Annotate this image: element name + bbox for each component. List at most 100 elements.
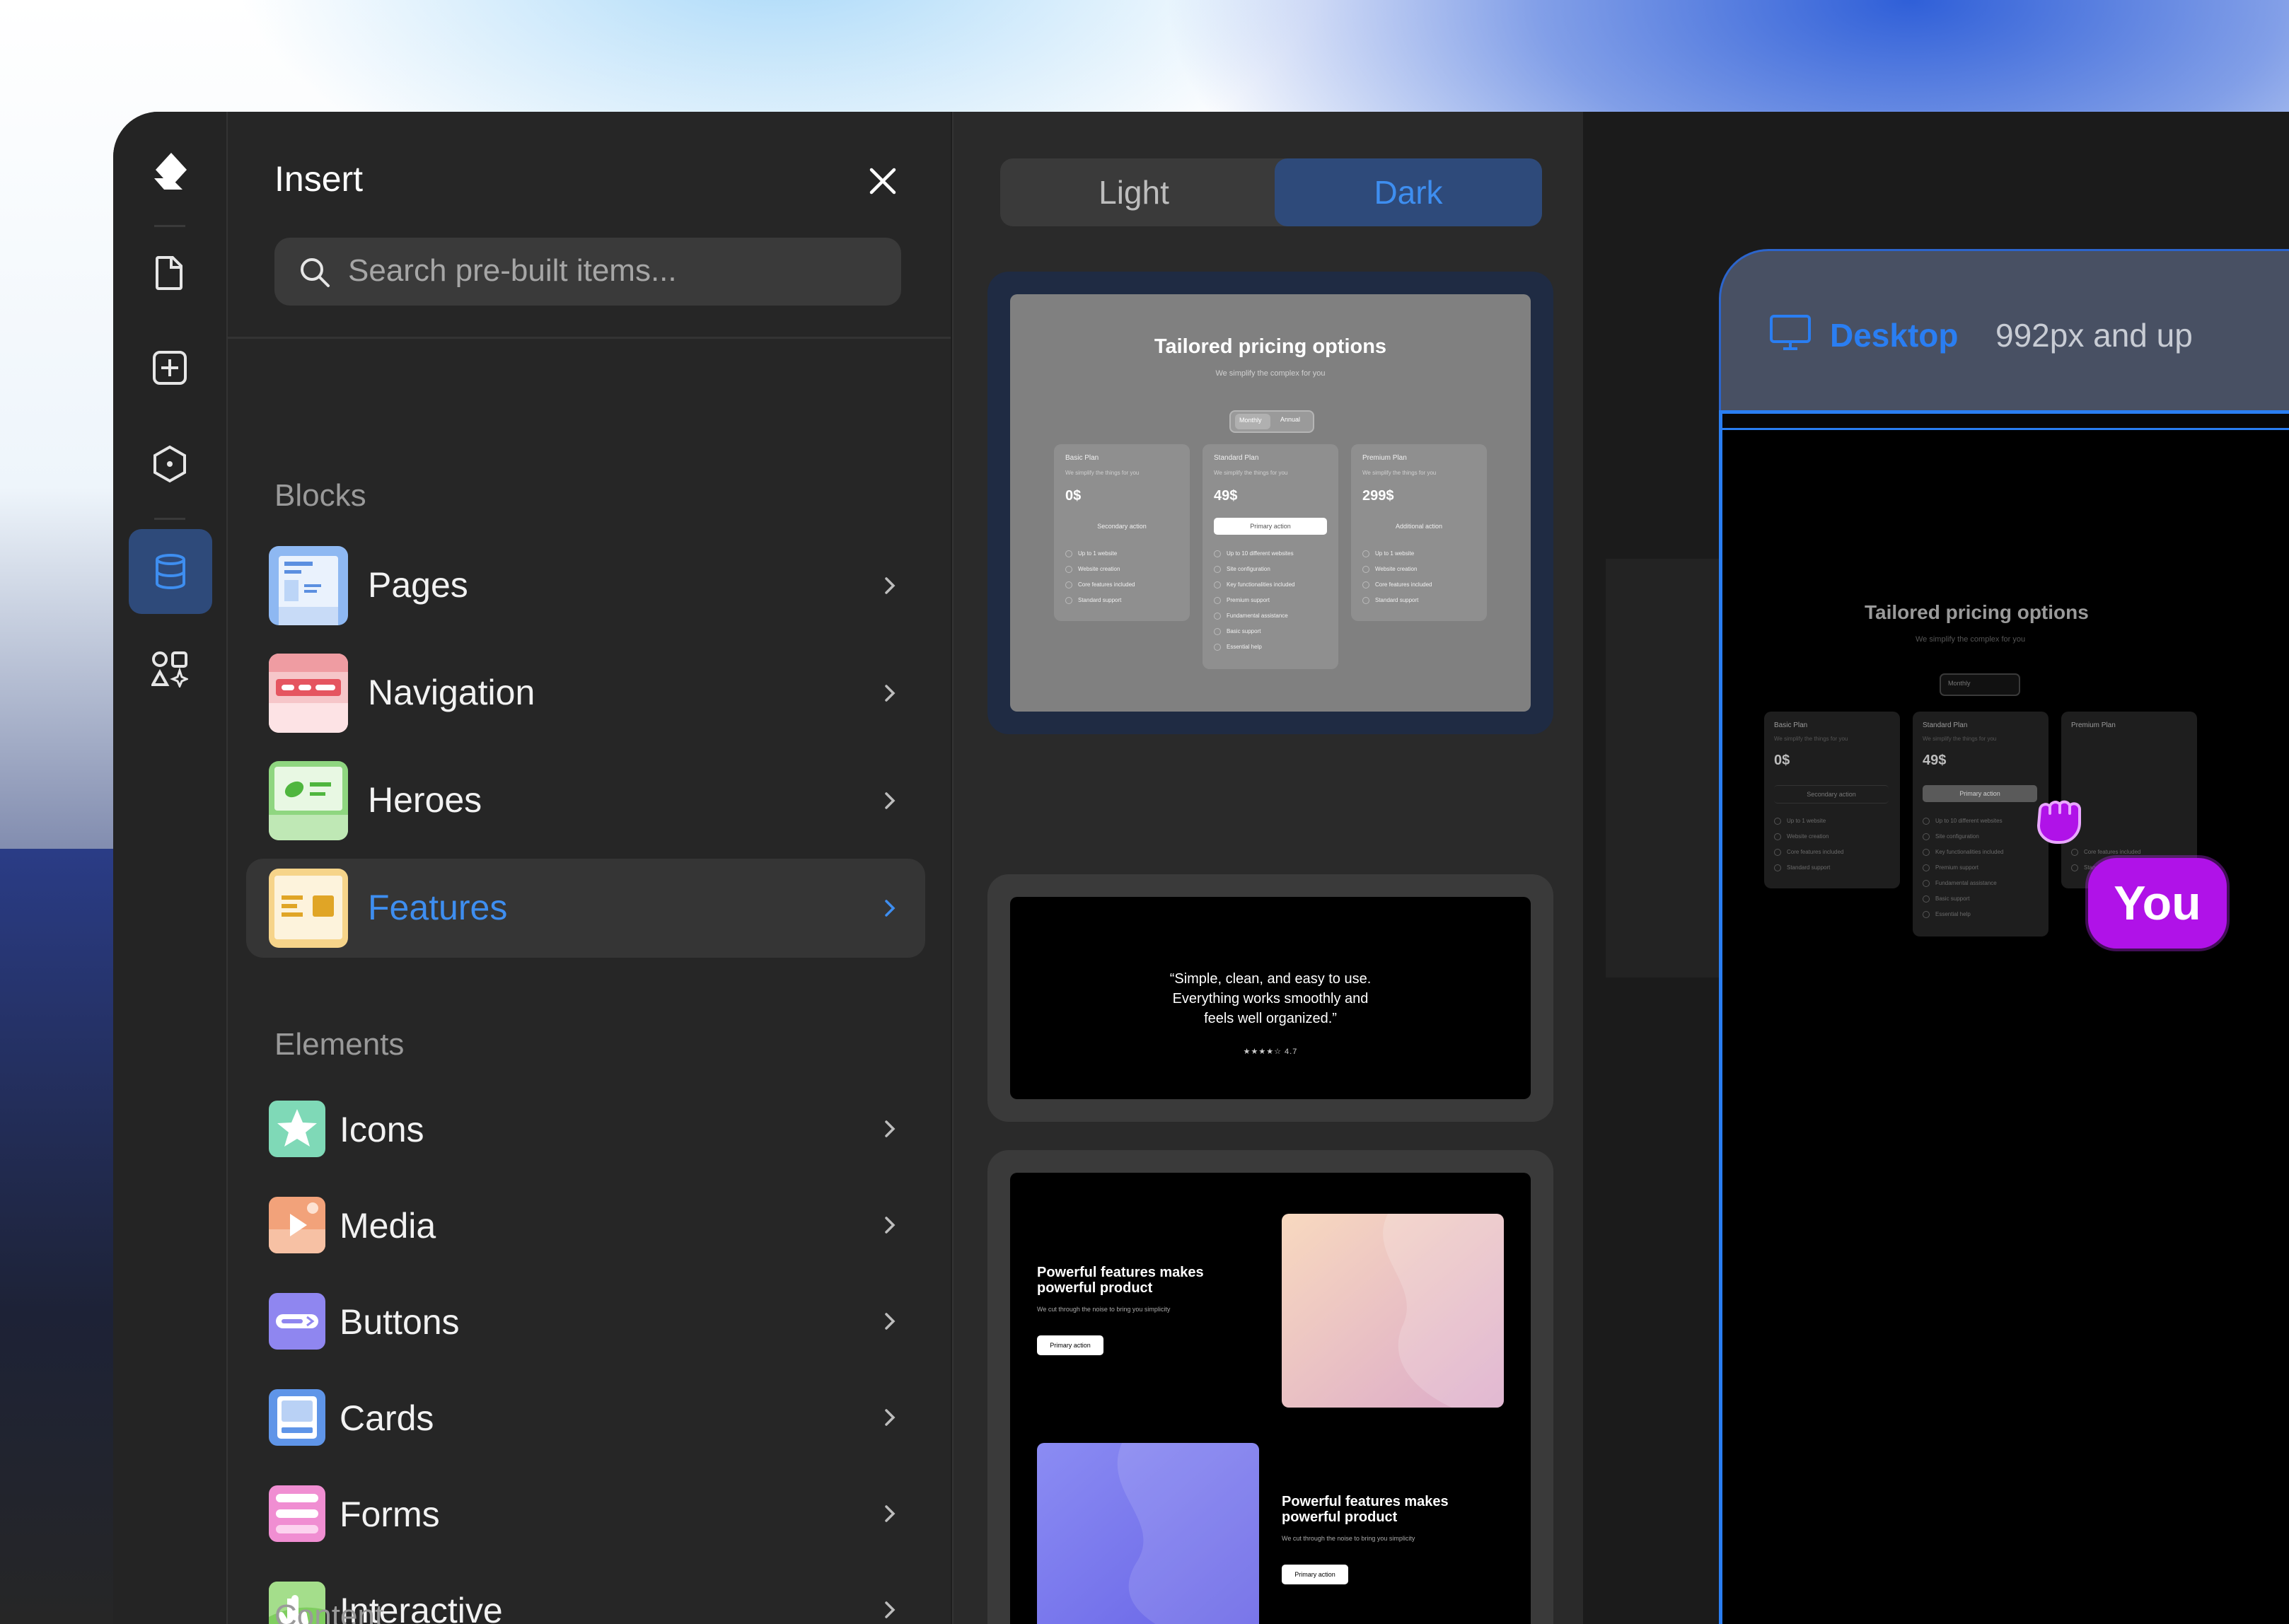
button-icon [269, 1293, 325, 1350]
dragged-plan-basic: Basic Plan We simplify the things for yo… [1764, 712, 1900, 888]
toggle-annual: Annual [1280, 416, 1301, 423]
content-heading: Content [274, 1599, 384, 1624]
theme-dark-button[interactable]: Dark [1275, 158, 1542, 226]
plan-button: Primary action [1923, 785, 2037, 802]
block-item-heroes[interactable]: Heroes [246, 751, 925, 850]
feature-subtext: We cut through the noise to bring you si… [1282, 1535, 1415, 1542]
plan-name: Standard Plan [1214, 454, 1259, 462]
app-logo-icon[interactable] [150, 150, 190, 195]
plan-feature: Site configuration [1923, 833, 1979, 840]
plan-feature: Fundamental assistance [1923, 880, 1997, 887]
page-icon[interactable] [149, 252, 191, 294]
navigation-icon [269, 654, 348, 733]
rail-divider [154, 518, 185, 520]
assets-icon[interactable] [149, 648, 191, 690]
dragged-toggle-label: Monthly [1948, 680, 1971, 687]
block-item-pages[interactable]: Pages [246, 536, 925, 635]
block-item-features[interactable]: Features [246, 859, 925, 958]
breakpoint-range: 992px and up [1995, 317, 2193, 354]
plan-button: Additional action [1395, 523, 1443, 530]
plan-price: 0$ [1774, 753, 1790, 768]
gradient-image [1282, 1214, 1504, 1408]
block-item-label: Features [368, 888, 508, 927]
plan-feature: Fundamental assistance [1214, 613, 1288, 620]
plan-button: Primary action [1214, 518, 1327, 535]
preview-card-testimonial[interactable]: “Simple, clean, and easy to use. Everyth… [987, 874, 1553, 1122]
plan-name: Standard Plan [1923, 721, 1968, 729]
rail-divider [154, 225, 185, 227]
drag-ghost-left [1606, 559, 1720, 978]
quote-line: feels well organized.” [1204, 1011, 1337, 1026]
element-item-icons[interactable]: Icons [246, 1088, 925, 1173]
plan-name: Premium Plan [1362, 454, 1407, 462]
plan-feature: Up to 10 different websites [1214, 550, 1294, 557]
grab-cursor-icon [2030, 785, 2087, 846]
chevron-right-icon [885, 1409, 896, 1426]
element-item-label: Icons [340, 1110, 424, 1149]
form-icon [269, 1485, 325, 1542]
desktop-icon [1770, 315, 1811, 350]
theme-light-button[interactable]: Light [1000, 158, 1268, 226]
component-icon[interactable] [149, 443, 191, 485]
tool-rail [113, 112, 228, 1624]
preview-column: Light Dark Tailored pricing options We s… [952, 112, 1584, 1624]
block-item-label: Navigation [368, 673, 535, 712]
plan-feature: Key functionalities included [1923, 849, 2004, 856]
feature-button: Primary action [1282, 1565, 1348, 1584]
card-icon [269, 1389, 325, 1446]
dragged-plan-standard: Standard Plan We simplify the things for… [1913, 712, 2048, 936]
features-icon [269, 869, 348, 948]
plan-name: Basic Plan [1774, 721, 1808, 729]
feature-heading: Powerful features makes powerful product [1037, 1265, 1204, 1296]
add-icon[interactable] [149, 347, 191, 389]
chevron-right-icon [885, 1120, 896, 1137]
plan-feature: Essential help [1923, 911, 1971, 918]
element-item-cards[interactable]: Cards [246, 1376, 925, 1461]
preview-card-features[interactable]: Powerful features makes powerful product… [987, 1150, 1553, 1624]
plan-feature: Core features included [1362, 581, 1432, 588]
chevron-right-icon [885, 1217, 896, 1234]
search-input[interactable]: Search pre-built items... [274, 238, 901, 306]
plan-feature: Key functionalities included [1214, 581, 1295, 588]
preview-card-pricing[interactable]: Tailored pricing options We simplify the… [987, 272, 1553, 734]
quote-line: Everything works smoothly and [1172, 991, 1369, 1007]
element-item-buttons[interactable]: Buttons [246, 1280, 925, 1365]
plan-feature: Premium support [1214, 597, 1270, 604]
pricing-title: Tailored pricing options [1154, 335, 1387, 358]
element-item-label: Buttons [340, 1302, 460, 1342]
block-item-navigation[interactable]: Navigation [246, 644, 925, 743]
element-item-media[interactable]: Media [246, 1184, 925, 1269]
feature-heading: Powerful features makes powerful product [1282, 1494, 1449, 1525]
close-icon[interactable] [863, 161, 903, 201]
dragged-toggle: Monthly [1940, 673, 2020, 696]
heading-line: Powerful features makes [1037, 1265, 1204, 1280]
plan-feature: Basic support [1923, 895, 1969, 903]
plan-feature: Core features included [1774, 849, 1844, 856]
media-icon [269, 1197, 325, 1253]
elements-heading: Elements [274, 1027, 405, 1062]
toggle-monthly: Monthly [1235, 414, 1270, 429]
chevron-right-icon [885, 1313, 896, 1330]
heading-line: powerful product [1282, 1509, 1398, 1525]
chevron-right-icon [885, 792, 896, 809]
plan-feature: Website creation [1065, 566, 1120, 573]
plan-desc: We simplify the things for you [1362, 470, 1437, 476]
plan-desc: We simplify the things for you [1774, 736, 1848, 742]
search-icon [301, 258, 330, 287]
breakpoint-header[interactable]: Desktop 992px and up [1719, 249, 2289, 419]
pricing-subtitle: We simplify the complex for you [1215, 369, 1326, 378]
plan-feature: Standard support [1065, 597, 1121, 604]
plan-feature: Up to 10 different websites [1923, 818, 2003, 825]
chevron-right-icon [885, 685, 896, 702]
element-item-label: Media [340, 1206, 436, 1246]
element-item-label: Forms [340, 1495, 440, 1534]
element-item-forms[interactable]: Forms [246, 1473, 925, 1558]
design-canvas[interactable]: Desktop 992px and up Tailored pricing op… [1583, 112, 2289, 1624]
heading-line: Powerful features makes [1282, 1494, 1449, 1509]
plan-feature: Site configuration [1214, 566, 1270, 573]
chevron-right-icon [885, 900, 896, 917]
plan-feature: Website creation [1774, 833, 1829, 840]
testimonial-quote: “Simple, clean, and easy to use. Everyth… [1010, 969, 1531, 1028]
database-icon[interactable] [129, 529, 212, 614]
plan-feature: Website creation [1362, 566, 1417, 573]
